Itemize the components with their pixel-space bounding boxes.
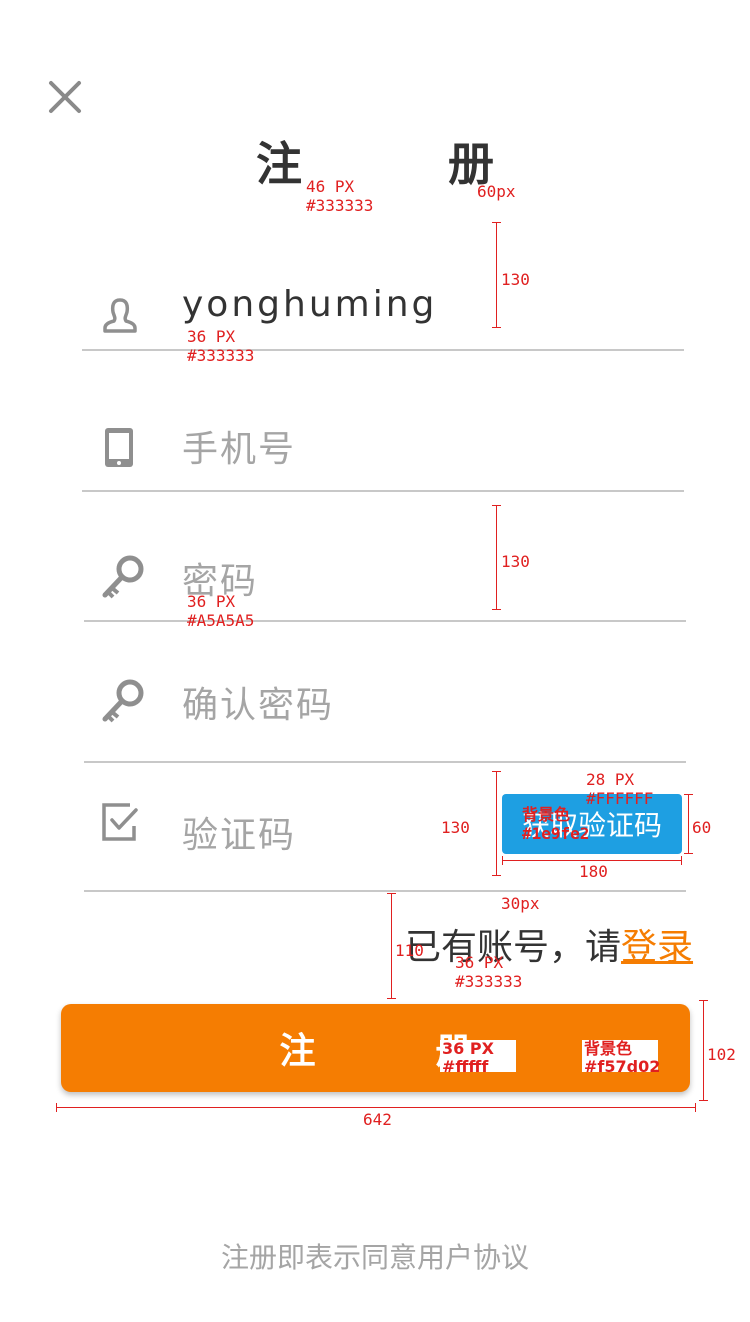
measure-line <box>703 1000 704 1101</box>
measure-tick <box>492 222 501 223</box>
annotation-gap: 110 <box>395 941 424 960</box>
measure-tick <box>502 856 503 865</box>
annotation-login-spec: 36 PX #333333 <box>455 953 523 991</box>
annotation-button-width: 180 <box>579 862 608 881</box>
measure-line <box>496 222 497 328</box>
measure-tick <box>684 794 693 795</box>
annotation-row-height: 130 <box>501 270 530 289</box>
measure-tick <box>492 505 501 506</box>
measure-tick <box>684 853 693 854</box>
page-title: 注 册 <box>256 137 544 191</box>
annotation-username-spec: 36 PX #333333 <box>187 327 255 365</box>
login-link[interactable]: 登录 <box>621 927 693 968</box>
measure-tick <box>699 1100 708 1101</box>
annotation-placeholder-spec: 36 PX #A5A5A5 <box>187 592 255 630</box>
measure-line <box>502 860 682 861</box>
measure-tick <box>681 856 682 865</box>
annotation-title-gap: 60px <box>477 182 516 201</box>
annotation-row-height: 130 <box>501 552 530 571</box>
divider <box>84 761 686 763</box>
user-agreement-link[interactable]: 注册即表示同意用户协议 <box>0 1236 750 1276</box>
measure-tick <box>695 1103 696 1112</box>
measure-line <box>391 893 392 999</box>
annotation-register-text-spec: 36 PX #fffff <box>440 1040 516 1076</box>
measure-line <box>496 505 497 610</box>
phone-icon <box>100 426 140 472</box>
annotation-gap: 30px <box>501 894 540 913</box>
annotation-button-height: 60 <box>692 818 712 837</box>
measure-tick <box>492 771 501 772</box>
divider <box>82 490 684 492</box>
measure-tick <box>56 1103 57 1112</box>
close-icon[interactable] <box>48 80 82 114</box>
verification-code-input[interactable]: 验证码 <box>182 806 296 858</box>
phone-input[interactable]: 手机号 <box>182 420 296 472</box>
measure-line <box>496 771 497 876</box>
key-icon <box>100 554 144 600</box>
annotation-button-text-spec: 28 PX #FFFFFF <box>586 770 654 808</box>
divider <box>84 890 686 892</box>
user-icon <box>100 296 140 342</box>
measure-tick <box>699 1000 708 1001</box>
measure-tick <box>387 998 396 999</box>
annotation-register-height: 102 <box>707 1045 736 1064</box>
measure-line <box>688 794 689 854</box>
checkbox-icon <box>100 802 140 848</box>
divider <box>84 620 686 622</box>
measure-tick <box>492 609 501 610</box>
key-icon <box>100 678 144 724</box>
annotation-row-height: 130 <box>441 818 470 837</box>
login-prompt: 已有账号，请登录 <box>405 918 693 970</box>
annotation-register-width: 642 <box>363 1110 392 1129</box>
measure-tick <box>492 875 501 876</box>
username-input[interactable]: yonghuming <box>182 284 437 325</box>
confirm-password-input[interactable]: 确认密码 <box>182 676 334 728</box>
measure-tick <box>387 893 396 894</box>
annotation-button-bg-spec: 背景色 #1e9fe2 <box>522 805 590 843</box>
measure-tick <box>492 327 501 328</box>
divider <box>82 349 684 351</box>
annotation-title-spec: 46 PX #333333 <box>306 177 374 215</box>
measure-line <box>56 1107 696 1108</box>
annotation-register-bg-spec: 背景色 #f57d02 <box>582 1039 661 1076</box>
